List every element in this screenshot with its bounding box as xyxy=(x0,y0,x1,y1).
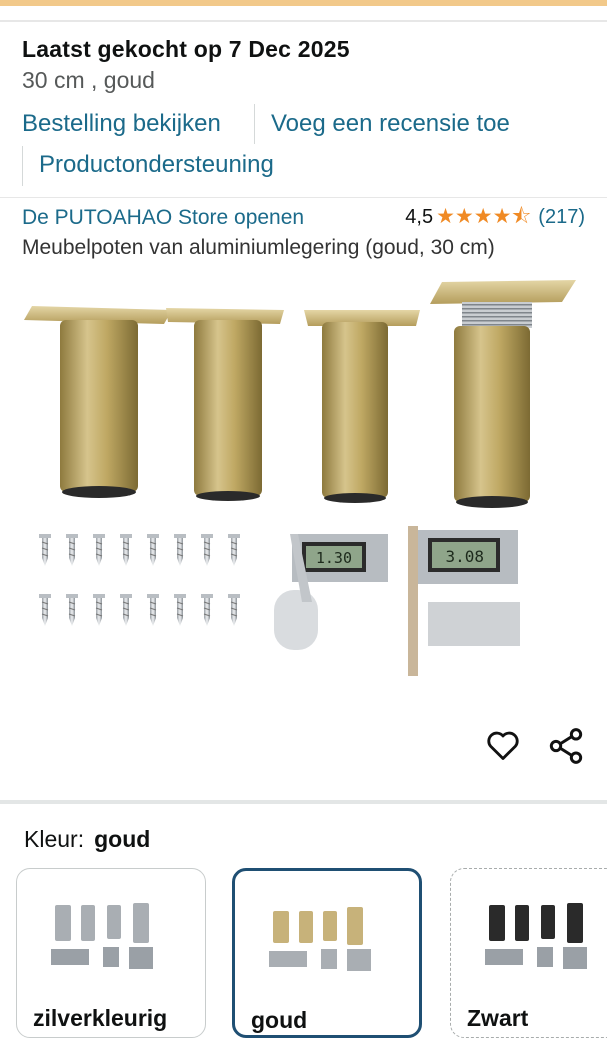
color-option-gold[interactable]: goud xyxy=(232,868,422,1038)
color-option-black[interactable]: Zwart xyxy=(450,868,607,1038)
svg-text:3.08: 3.08 xyxy=(445,547,484,566)
product-name: Meubelpoten van aluminiumlegering (goud,… xyxy=(22,236,495,259)
review-count: (217) xyxy=(538,206,585,228)
rating-stars: ★★★★⯪ xyxy=(436,206,531,229)
view-order-link[interactable]: Bestelling bekijken xyxy=(22,110,221,138)
color-label-text: Kleur: xyxy=(24,826,85,852)
star-icon: ★ xyxy=(492,205,512,228)
star-icon: ★ xyxy=(436,205,455,228)
color-option-label: goud xyxy=(251,1007,308,1033)
purchase-variant: 30 cm , goud xyxy=(22,67,155,93)
link-separator xyxy=(22,146,23,186)
svg-text:1.30: 1.30 xyxy=(316,549,352,567)
share-icon[interactable] xyxy=(546,726,586,766)
swatch-image xyxy=(485,903,587,969)
section-divider xyxy=(0,800,607,804)
product-image[interactable]: 1.30 3.08 xyxy=(22,272,586,682)
color-label: Kleur: goud xyxy=(24,826,150,853)
divider xyxy=(0,197,607,198)
purchase-title: Laatst gekocht op 7 Dec 2025 xyxy=(22,36,350,62)
selected-color: goud xyxy=(94,826,151,852)
top-accent-bar xyxy=(0,0,607,6)
purchase-info: Laatst gekocht op 7 Dec 2025 30 cm , gou… xyxy=(22,36,350,94)
caliper-measure: 3.08 xyxy=(408,526,520,676)
product-support-link[interactable]: Productondersteuning xyxy=(39,151,274,179)
color-option-silver[interactable]: zilverkleurig xyxy=(16,868,206,1038)
star-icon: ★ xyxy=(473,205,493,228)
color-option-label: zilverkleurig xyxy=(33,1005,168,1031)
half-star-icon: ⯪ xyxy=(511,205,532,228)
swatch-image xyxy=(51,903,153,969)
rating-value: 4,5 xyxy=(405,206,434,228)
rating-summary[interactable]: 4,5 ★★★★⯪ (217) xyxy=(405,206,585,229)
color-option-label: Zwart xyxy=(467,1005,529,1031)
swatch-image xyxy=(269,907,371,971)
furniture-leg xyxy=(304,310,420,503)
caliper-measure: 1.30 xyxy=(274,534,388,650)
star-icon: ★ xyxy=(454,205,474,228)
furniture-leg xyxy=(166,308,284,501)
store-link[interactable]: De PUTOAHAO Store openen xyxy=(22,206,304,230)
heart-icon[interactable] xyxy=(484,726,522,764)
furniture-leg xyxy=(24,306,172,498)
divider xyxy=(0,20,607,22)
add-review-link[interactable]: Voeg een recensie toe xyxy=(271,110,510,138)
screws xyxy=(38,533,241,627)
furniture-leg xyxy=(430,280,576,508)
link-separator xyxy=(254,104,255,144)
